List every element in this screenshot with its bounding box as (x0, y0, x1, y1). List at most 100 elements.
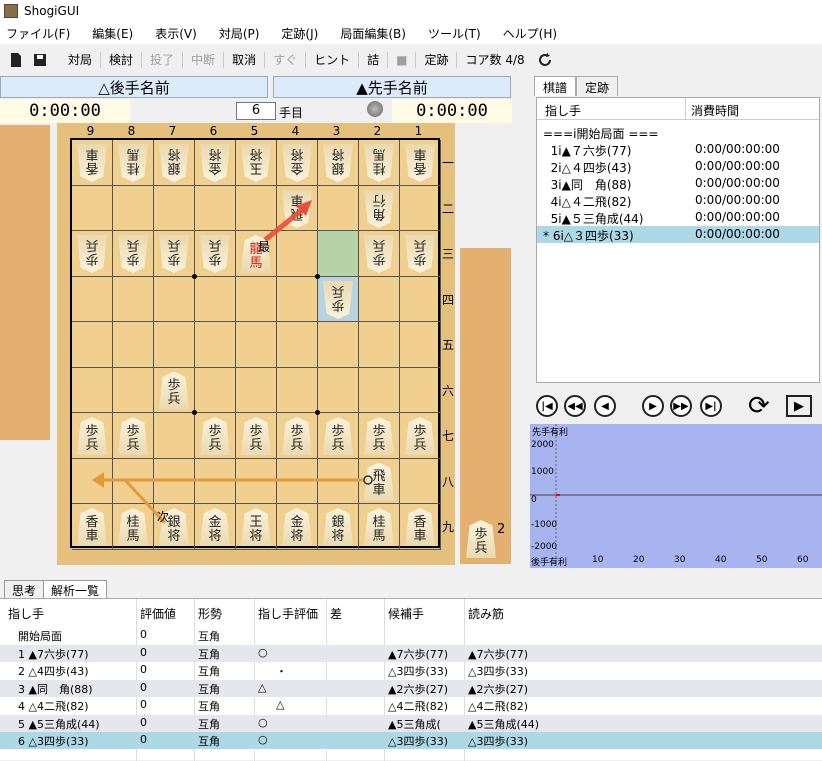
analysis-cell-pv: △3四歩(33) (468, 665, 529, 678)
gote-hand-area (0, 125, 50, 440)
menu-item[interactable]: 定跡(J) (281, 25, 318, 42)
kifu-row[interactable]: ===i開始局面 === (537, 124, 819, 141)
analysis-row[interactable]: 1 ▲7六歩(77) 0 互角 ○ ▲7六歩(77) ▲7六歩(77) (0, 644, 822, 662)
bottom-tab[interactable]: 思考 (4, 580, 45, 599)
kifu-time: 0:00/00:00:00 (695, 176, 780, 190)
move-number-suffix: 手目 (279, 106, 304, 120)
analysis-cell-cand: ▲5三角成( (388, 717, 441, 731)
flip-board-button[interactable]: ⟳ (748, 392, 770, 420)
kifu-move: 4i△４二飛(82) (543, 195, 632, 209)
menu-item[interactable]: ヘルプ(H) (503, 25, 557, 42)
analysis-header[interactable]: 形勢 (198, 605, 222, 622)
graph-y-tick: 0 (531, 495, 537, 505)
analysis-cell-eval: 0 (140, 680, 147, 694)
move-number-field[interactable]: 6 (236, 102, 276, 120)
kifu-row[interactable]: 3i▲同 角(88) 0:00/00:00:00 (537, 175, 819, 192)
analysis-cell-eval: 0 (140, 715, 147, 729)
analysis-cell-status: 互角 (198, 647, 220, 661)
analysis-row[interactable]: 6 △3四歩(33) 0 互角 ○ △3四歩(33) △3四歩(33) (0, 732, 822, 749)
toolbar-button[interactable]: ヒント (306, 52, 360, 68)
kifu-header: 指し手 消費時間 (537, 98, 819, 120)
analysis-header[interactable]: 指し手 (8, 605, 44, 622)
forward-button[interactable]: ▶ (642, 395, 664, 417)
analysis-cell-move: 開始局面 (18, 630, 62, 643)
refresh-icon[interactable] (537, 52, 553, 68)
file-number: 7 (168, 124, 177, 138)
analysis-cell-status: 互角 (198, 665, 220, 678)
toolbar-button[interactable]: 対局 (60, 52, 102, 68)
kifu-row[interactable]: * 6i△３四歩(33) 0:00/00:00:00 (537, 226, 819, 243)
analysis-cell-status: 互角 (198, 735, 220, 748)
graph-x-tick: 30 (674, 555, 686, 565)
analysis-cell-mark: ○ (258, 715, 268, 729)
kifu-row[interactable]: 1i▲７六歩(77) 0:00/00:00:00 (537, 141, 819, 158)
analysis-cell-status: 互角 (198, 717, 220, 731)
kifu-col-divider (685, 98, 686, 120)
analysis-header[interactable]: 差 (330, 605, 342, 622)
bottom-tabs: 思考 解析一覧 (4, 580, 108, 599)
analysis-table[interactable]: 指し手 評価値 形勢 指し手評価差 候補手 読み筋 開始局面 0 互角 1 ▲7六歩(77) 0 互… (0, 598, 822, 761)
analysis-header[interactable]: 候補手 (388, 605, 424, 622)
save-icon[interactable] (32, 52, 48, 68)
kifu-move: 2i△４四歩(43) (543, 161, 632, 175)
toolbar-button[interactable]: 定跡 (416, 52, 458, 68)
kifu-col-time: 消費時間 (691, 104, 740, 118)
menu-item[interactable]: 対局(P) (219, 25, 260, 42)
analysis-header[interactable]: 評価値 (140, 605, 176, 622)
menu-item[interactable]: ファイル(F) (6, 25, 70, 42)
toolbar-button: すぐ (265, 52, 307, 68)
kifu-row[interactable]: 5i▲５三角成(44) 0:00/00:00:00 (537, 209, 819, 226)
kifu-row[interactable]: 2i△４四歩(43) 0:00/00:00:00 (537, 158, 819, 175)
bottom-tab[interactable]: 解析一覧 (43, 580, 108, 599)
best-move-label: 最 (258, 240, 271, 254)
menu-bar: ファイル(F) 編集(E) 表示(V) 対局(P) 定跡(J) 局面編集(B) ツール(T)… (0, 22, 822, 44)
analysis-row[interactable]: 開始局面 0 互角 (0, 627, 822, 644)
analysis-row[interactable]: 4 △4二飛(82) 0 互角 △ △4二飛(82) △4二飛(82) (0, 697, 822, 714)
last-move-button[interactable]: ▶| (700, 395, 722, 417)
kifu-time: 0:00/00:00:00 (695, 142, 780, 156)
rank-number: 一 (441, 156, 454, 170)
file-number: 9 (86, 124, 95, 138)
app-icon (4, 4, 18, 18)
kifu-move: * 6i△３四歩(33) (543, 229, 634, 243)
first-move-button[interactable]: |◀ (536, 395, 558, 417)
menu-item[interactable]: 局面編集(B) (340, 25, 406, 42)
toolbar-button: 投了 (142, 52, 184, 68)
menu-item[interactable]: ツール(T) (428, 25, 481, 42)
toolbar-button[interactable]: 取消 (224, 52, 266, 68)
kifu-tab[interactable]: 棋譜 (534, 76, 577, 96)
kifu-move: 1i▲７六歩(77) (543, 144, 632, 158)
toolbar-button[interactable]: 検討 (101, 52, 143, 68)
analysis-cell-move: 4 △4二飛(82) (18, 700, 89, 713)
analysis-header[interactable]: 指し手評価 (258, 605, 318, 622)
analysis-row[interactable]: 2 △4四歩(43) 0 互角 ・ △3四歩(33) △3四歩(33) (0, 662, 822, 679)
kifu-row[interactable]: 4i△４二飛(82) 0:00/00:00:00 (537, 192, 819, 209)
new-file-icon[interactable] (8, 52, 24, 68)
kifu-list[interactable]: 指し手 消費時間 ===i開始局面 === 1i▲７六歩(77) 0:00/00:… (536, 97, 820, 383)
analysis-cell-mark: △ (258, 680, 267, 694)
hand-piece[interactable]: 歩兵 (466, 520, 496, 558)
analysis-row[interactable]: 5 ▲5三角成(44) 0 互角 ○ ▲5三角成(▲5三角成(44) (0, 714, 822, 732)
kifu-time: 0:00/00:00:00 (695, 193, 780, 207)
kifu-tab[interactable]: 定跡 (576, 76, 619, 96)
analysis-cell-mark: ・ (276, 665, 287, 678)
analysis-header[interactable]: 読み筋 (468, 605, 504, 622)
analysis-cell-status: 互角 (198, 682, 220, 696)
kifu-move: 5i▲５三角成(44) (543, 212, 644, 226)
graph-x-tick: 40 (715, 555, 727, 565)
core-count: コア数 4/8 (465, 53, 525, 67)
menu-item[interactable]: 編集(E) (92, 25, 133, 42)
toolbar-button[interactable]: 詰 (359, 52, 389, 68)
rank-number: 四 (441, 292, 454, 307)
analysis-cell-cand: △3四歩(33) (388, 735, 449, 748)
graph-x-tick: 20 (633, 555, 645, 565)
rank-number: 七 (441, 429, 454, 443)
play-button[interactable]: ▶ (786, 395, 812, 417)
kifu-time: 0:00/00:00:00 (695, 210, 780, 224)
back-10-button[interactable]: ◀◀ (564, 395, 586, 417)
graph-x-tick: 10 (592, 555, 604, 565)
forward-10-button[interactable]: ▶▶ (670, 395, 692, 417)
analysis-row[interactable]: 3 ▲同 角(88) 0 互角 △ ▲2六歩(27) ▲2六歩(27) (0, 679, 822, 697)
back-button[interactable]: ◀ (594, 395, 616, 417)
menu-item[interactable]: 表示(V) (155, 25, 197, 42)
